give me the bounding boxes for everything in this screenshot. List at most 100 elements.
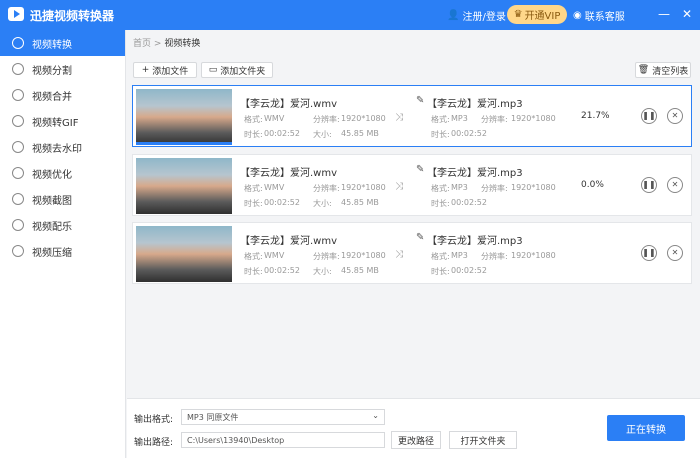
output-duration: 00:02:52 xyxy=(451,266,487,275)
main-panel: 首页 > 视频转换 + 添加文件 ▭ 添加文件夹 🗑 清空列表 【李云龙】爱河.wmv… xyxy=(127,30,700,458)
headset-icon: ◉ xyxy=(573,10,582,21)
output-path-field[interactable]: C:\Users\13940\Desktop xyxy=(181,432,385,448)
edit-icon[interactable]: ✎ xyxy=(416,164,424,175)
optimize-icon xyxy=(12,167,24,179)
convert-icon xyxy=(12,37,24,49)
sidebar-item[interactable]: 视频合并 xyxy=(0,82,125,108)
output-resolution: 1920*1080 xyxy=(511,183,556,192)
sidebar-item-label: 视频去水印 xyxy=(32,143,82,155)
add-folder-button[interactable]: ▭ 添加文件夹 xyxy=(201,62,273,78)
convert-arrow-icon: ⤨ xyxy=(395,249,403,260)
breadcrumb: 首页 > 视频转换 xyxy=(133,36,200,49)
sidebar-item[interactable]: 视频去水印 xyxy=(0,134,125,160)
title-bar: 迅捷视频转换器 👤 注册/登录 ♛ 开通VIP ◉ 联系客服 — ✕ xyxy=(0,0,700,30)
edit-icon[interactable]: ✎ xyxy=(416,232,424,243)
source-file-name: 【李云龙】爱河.wmv xyxy=(240,236,338,247)
music-icon xyxy=(12,219,24,231)
close-window-icon[interactable]: ✕ xyxy=(678,5,696,23)
remove-icon[interactable]: ✕ xyxy=(667,177,683,193)
resolution-label: 分辨率: xyxy=(313,115,340,124)
source-resolution: 1920*1080 xyxy=(341,251,386,260)
output-format-meta-label: 格式: xyxy=(431,115,450,124)
size-label: 大小: xyxy=(313,267,332,276)
change-path-button[interactable]: 更改路径 xyxy=(391,431,441,449)
vip-button[interactable]: ♛ 开通VIP xyxy=(507,5,567,24)
source-duration: 00:02:52 xyxy=(264,266,300,275)
sidebar-item[interactable]: 视频转GIF xyxy=(0,108,125,134)
sidebar: 视频转换视频分割视频合并视频转GIF 视频去水印视频优化视频截图视频配乐视频压缩 xyxy=(0,30,126,458)
source-size: 45.85 MB xyxy=(341,198,379,207)
compress-icon xyxy=(12,245,24,257)
contact-service-link[interactable]: ◉ 联系客服 xyxy=(573,8,625,23)
video-thumbnail xyxy=(136,158,232,214)
output-path-value: C:\Users\13940\Desktop xyxy=(187,435,285,445)
trash-icon: 🗑 xyxy=(637,65,650,75)
size-label: 大小: xyxy=(313,199,332,208)
file-row[interactable]: 【李云龙】爱河.wmv 格式: WMV 分辨率: 1920*1080 时长: 0… xyxy=(132,222,692,284)
split-icon xyxy=(12,63,24,75)
source-duration: 00:02:52 xyxy=(264,129,300,138)
vip-label: 开通VIP xyxy=(524,11,561,22)
sidebar-item-label: 视频分割 xyxy=(32,65,72,77)
sidebar-item-label: 视频转换 xyxy=(32,39,72,51)
sidebar-item-label: 视频转GIF xyxy=(32,117,79,129)
output-format: MP3 xyxy=(451,183,468,192)
add-file-label: 添加文件 xyxy=(152,66,189,77)
output-duration: 00:02:52 xyxy=(451,129,487,138)
output-duration: 00:02:52 xyxy=(451,198,487,207)
remove-icon[interactable]: ✕ xyxy=(667,108,683,124)
breadcrumb-separator: > xyxy=(153,39,162,49)
plus-icon: + xyxy=(141,65,150,75)
source-resolution: 1920*1080 xyxy=(341,183,386,192)
file-row[interactable]: 【李云龙】爱河.wmv 格式: WMV 分辨率: 1920*1080 时长: 0… xyxy=(132,85,692,147)
app-logo-icon xyxy=(8,7,24,21)
breadcrumb-home[interactable]: 首页 xyxy=(133,39,151,49)
sidebar-item-label: 视频压缩 xyxy=(32,247,72,259)
convert-arrow-icon: ⤨ xyxy=(395,181,403,192)
output-path-label: 输出路径: xyxy=(134,438,174,448)
source-format: WMV xyxy=(264,251,285,260)
output-file-name: 【李云龙】爱河.mp3 xyxy=(427,236,523,247)
output-resolution: 1920*1080 xyxy=(511,251,556,260)
pause-icon[interactable]: ❚❚ xyxy=(641,177,657,193)
source-file-name: 【李云龙】爱河.wmv xyxy=(240,168,338,179)
source-resolution: 1920*1080 xyxy=(341,114,386,123)
sidebar-item-label: 视频优化 xyxy=(32,169,72,181)
resolution-label: 分辨率: xyxy=(313,252,340,261)
edit-icon[interactable]: ✎ xyxy=(416,95,424,106)
open-folder-button[interactable]: 打开文件夹 xyxy=(449,431,517,449)
minimize-icon[interactable]: — xyxy=(655,5,673,23)
clear-list-label: 清空列表 xyxy=(652,66,689,77)
output-format: MP3 xyxy=(451,114,468,123)
login-link[interactable]: 👤 注册/登录 xyxy=(447,8,506,23)
sidebar-item[interactable]: 视频分割 xyxy=(0,56,125,82)
sidebar-item[interactable]: 视频配乐 xyxy=(0,212,125,238)
crown-icon: ♛ xyxy=(513,9,523,20)
add-file-button[interactable]: + 添加文件 xyxy=(133,62,197,78)
converting-button[interactable]: 正在转换 xyxy=(607,415,685,441)
size-label: 大小: xyxy=(313,130,332,139)
sidebar-item[interactable]: 视频优化 xyxy=(0,160,125,186)
output-resolution: 1920*1080 xyxy=(511,114,556,123)
convert-arrow-icon: ⤨ xyxy=(395,112,403,123)
clear-list-button[interactable]: 🗑 清空列表 xyxy=(635,62,691,78)
file-row[interactable]: 【李云龙】爱河.wmv 格式: WMV 分辨率: 1920*1080 时长: 0… xyxy=(132,154,692,216)
sidebar-item[interactable]: 视频截图 xyxy=(0,186,125,212)
add-folder-label: 添加文件夹 xyxy=(220,66,266,77)
chevron-down-icon: ⌄ xyxy=(372,411,379,420)
remove-icon[interactable]: ✕ xyxy=(667,245,683,261)
output-resolution-label: 分辨率: xyxy=(481,115,508,124)
pause-icon[interactable]: ❚❚ xyxy=(641,245,657,261)
sidebar-item-label: 视频配乐 xyxy=(32,221,72,233)
login-label: 注册/登录 xyxy=(462,12,506,23)
sidebar-item-label: 视频合并 xyxy=(32,91,72,103)
source-size: 45.85 MB xyxy=(341,129,379,138)
merge-icon xyxy=(12,89,24,101)
source-format: WMV xyxy=(264,114,285,123)
source-format: WMV xyxy=(264,183,285,192)
service-label: 联系客服 xyxy=(584,12,625,23)
sidebar-item[interactable]: 视频压缩 xyxy=(0,238,125,264)
output-format-select[interactable]: MP3 同原文件 ⌄ xyxy=(181,409,385,425)
sidebar-item[interactable]: 视频转换 xyxy=(0,30,125,56)
pause-icon[interactable]: ❚❚ xyxy=(641,108,657,124)
